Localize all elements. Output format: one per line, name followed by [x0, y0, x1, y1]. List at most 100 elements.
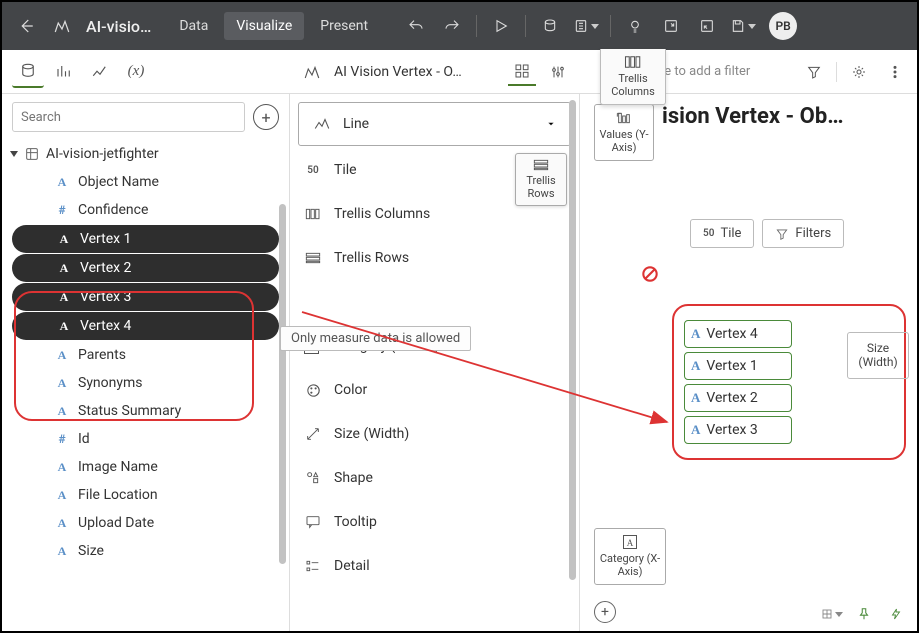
preview-button[interactable]: [485, 10, 517, 42]
field-vertex-1[interactable]: A Vertex 1: [12, 225, 279, 253]
refresh-data-button[interactable]: [534, 10, 566, 42]
top-toolbar: AI-visio… Data Visualize Present PB: [2, 2, 917, 50]
text-icon: A: [54, 347, 70, 363]
field-label: Upload Date: [78, 515, 154, 531]
tile-shelf[interactable]: 50 Tile: [690, 219, 754, 248]
text-icon: A: [691, 422, 700, 438]
field-label: Vertex 4: [80, 318, 131, 334]
grammar-detail[interactable]: Detail: [290, 544, 579, 588]
export-button[interactable]: [655, 10, 687, 42]
canvas-title: ision Vertex - Ob…: [662, 104, 907, 129]
field-status-summary[interactable]: AStatus Summary: [10, 397, 281, 425]
grammar-mode-button[interactable]: [508, 58, 536, 86]
search-input[interactable]: [12, 102, 245, 132]
visualization-name[interactable]: AI Vision Vertex - O…: [334, 64, 500, 80]
scrollbar[interactable]: [279, 204, 286, 564]
text-icon: A: [691, 390, 700, 406]
text-icon: A: [56, 318, 72, 334]
undo-button[interactable]: [400, 10, 432, 42]
user-avatar[interactable]: PB: [769, 12, 797, 40]
settings-mode-button[interactable]: [544, 58, 572, 86]
chip-vertex-2[interactable]: AVertex 2: [684, 384, 792, 412]
chip-label: Vertex 3: [706, 422, 757, 438]
text-icon: A: [54, 487, 70, 503]
more-menu-icon[interactable]: [881, 58, 909, 86]
field-label: Vertex 2: [80, 260, 131, 276]
values-shelf[interactable]: Values (Y-Axis): [594, 104, 654, 161]
chip-vertex-1[interactable]: A Vertex 1: [684, 352, 792, 380]
sub-toolbar: (x) AI Vision Vertex - O… re to add a fi…: [2, 50, 917, 94]
chip-label: Vertex 1: [706, 358, 757, 374]
grammar-tooltip[interactable]: Tooltip: [290, 500, 579, 544]
filters-shelf[interactable]: Filters: [762, 219, 844, 248]
field-id[interactable]: # Id: [10, 425, 281, 453]
text-icon: A: [54, 375, 70, 391]
number-icon: #: [54, 431, 70, 447]
field-label: Confidence: [78, 202, 148, 218]
field-size[interactable]: ASize: [10, 537, 281, 565]
field-synonyms[interactable]: A Synonyms: [10, 369, 281, 397]
text-icon: A: [691, 358, 700, 374]
field-object-name[interactable]: AObject Name: [10, 168, 281, 196]
field-label: File Location: [78, 487, 158, 503]
scrollbar[interactable]: [569, 100, 576, 580]
share-button[interactable]: [691, 10, 723, 42]
grammar-size[interactable]: Size (Width): [290, 412, 579, 456]
add-data-button[interactable]: +: [253, 104, 279, 130]
grid-toggle-icon[interactable]: [821, 603, 843, 625]
field-vertex-3[interactable]: AVertex 3: [12, 283, 279, 311]
data-elements-panel: + AI-vision-jetfighterAObject Name#Confi…: [2, 94, 290, 631]
trend-panel-tab[interactable]: [84, 56, 116, 88]
workbook-icon: [46, 10, 78, 42]
text-icon: A: [56, 260, 72, 276]
data-panel-tab[interactable]: [12, 56, 44, 88]
dataset-node[interactable]: AI-vision-jetfighter: [10, 140, 281, 168]
filter-icon[interactable]: [800, 58, 828, 86]
field-upload-date[interactable]: AUpload Date: [10, 509, 281, 537]
field-label: Object Name: [78, 174, 159, 190]
save-button[interactable]: [727, 10, 759, 42]
field-file-location[interactable]: A File Location: [10, 481, 281, 509]
text-icon: A: [691, 326, 700, 342]
field-label: Id: [78, 431, 90, 447]
grammar-color[interactable]: Color: [290, 368, 579, 412]
field-parents[interactable]: A Parents: [10, 341, 281, 369]
grammar-panel: Line 50 Tile Trellis Columns Trellis Row…: [290, 94, 580, 631]
grammar-trellis-rows[interactable]: Trellis Rows: [290, 236, 579, 280]
annotation-drop-outline: AVertex 4AVertex 1AVertex 2AVertex 3: [672, 304, 906, 460]
field-label: Parents: [78, 347, 126, 363]
grammar-line[interactable]: Line: [298, 102, 571, 146]
auto-insights-button[interactable]: [570, 10, 602, 42]
analytics-panel-tab[interactable]: [48, 56, 80, 88]
field-image-name[interactable]: A Image Name: [10, 453, 281, 481]
tab-data[interactable]: Data: [167, 12, 220, 40]
size-shelf[interactable]: Size (Width): [847, 332, 909, 379]
properties-icon[interactable]: [845, 58, 873, 86]
add-canvas-button[interactable]: +: [594, 601, 616, 623]
measure-only-tooltip: Only measure data is allowed: [280, 326, 471, 351]
bolt-icon[interactable]: [885, 603, 907, 625]
field-confidence[interactable]: #Confidence: [10, 196, 281, 224]
grammar-shape[interactable]: Shape: [290, 456, 579, 500]
field-vertex-2[interactable]: A Vertex 2: [12, 254, 279, 282]
back-button[interactable]: [10, 10, 42, 42]
text-icon: A: [56, 231, 72, 247]
text-icon: A: [54, 403, 70, 419]
field-vertex-4[interactable]: A Vertex 4: [12, 312, 279, 340]
tab-present[interactable]: Present: [308, 12, 380, 40]
field-label: Image Name: [78, 459, 158, 475]
fx-panel-tab[interactable]: (x): [120, 56, 152, 88]
text-icon: A: [54, 459, 70, 475]
tab-visualize[interactable]: Visualize: [224, 12, 304, 40]
chip-label: Vertex 4: [706, 326, 757, 342]
field-label: Vertex 1: [80, 231, 131, 247]
chip-vertex-4[interactable]: A Vertex 4: [684, 320, 792, 348]
viz-type-icon[interactable]: [298, 58, 326, 86]
redo-button[interactable]: [436, 10, 468, 42]
category-shelf[interactable]: A Category (X-Axis): [594, 528, 666, 585]
chip-vertex-3[interactable]: A Vertex 3: [684, 416, 792, 444]
lightbulb-button[interactable]: [619, 10, 651, 42]
field-label: Synonyms: [78, 375, 143, 391]
trellis-rows-tooltip: Trellis Rows: [515, 153, 567, 206]
pin-icon[interactable]: [853, 603, 875, 625]
